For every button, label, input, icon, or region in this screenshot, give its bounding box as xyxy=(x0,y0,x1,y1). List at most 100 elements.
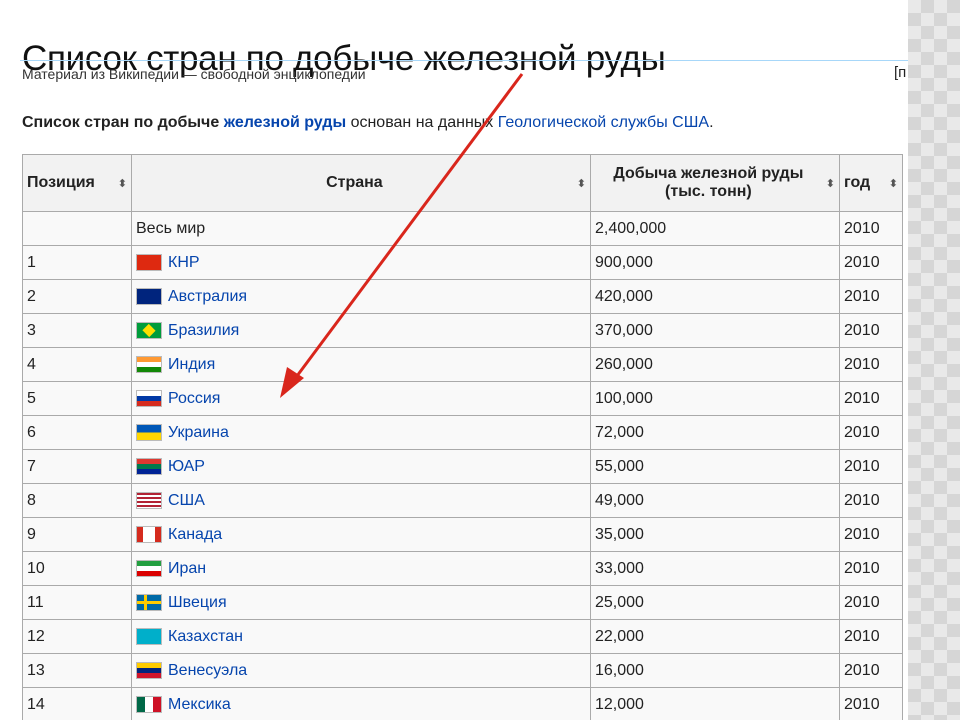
edit-link[interactable]: [п xyxy=(894,64,906,81)
col-position-header[interactable]: Позиция ⬍ xyxy=(22,154,132,212)
col-production-header[interactable]: Добыча железной руды (тыс. тонн) ⬍ xyxy=(590,154,840,212)
cell-position: 5 xyxy=(22,381,132,416)
cell-country: Украина xyxy=(131,415,591,450)
cell-position: 9 xyxy=(22,517,132,552)
country-link[interactable]: Украина xyxy=(168,424,229,441)
country-link[interactable]: Канада xyxy=(168,526,222,543)
cell-country: Индия xyxy=(131,347,591,382)
cell-position: 8 xyxy=(22,483,132,518)
flag-ca-icon[interactable] xyxy=(136,525,162,543)
title-divider xyxy=(20,60,908,61)
col-year-header[interactable]: год ⬍ xyxy=(839,154,903,212)
cell-country: Бразилия xyxy=(131,313,591,348)
cell-country: Швеция xyxy=(131,585,591,620)
cell-position: 14 xyxy=(22,687,132,720)
country-link[interactable]: Швеция xyxy=(168,594,227,611)
table-row: 2 Австралия 420,000 2010 xyxy=(22,279,903,314)
country-link[interactable]: Казахстан xyxy=(168,628,243,645)
cell-country: КНР xyxy=(131,245,591,280)
sort-arrows-icon[interactable]: ⬍ xyxy=(577,177,586,190)
cell-position xyxy=(22,211,132,246)
table-row: 3 Бразилия 370,000 2010 xyxy=(22,313,903,348)
flag-za-icon[interactable] xyxy=(136,457,162,475)
cell-position: 1 xyxy=(22,245,132,280)
col-country-header[interactable]: Страна ⬍ xyxy=(131,154,591,212)
table-row: 6 Украина 72,000 2010 xyxy=(22,415,903,450)
cell-country: ЮАР xyxy=(131,449,591,484)
sort-arrows-icon[interactable]: ⬍ xyxy=(889,177,898,190)
country-link[interactable]: ЮАР xyxy=(168,458,205,475)
iron-ore-link[interactable]: железной руды xyxy=(224,114,346,131)
cell-production: 900,000 xyxy=(590,245,840,280)
country-label: Весь мир xyxy=(136,219,206,237)
cell-year: 2010 xyxy=(839,245,903,280)
cell-position: 12 xyxy=(22,619,132,654)
cell-year: 2010 xyxy=(839,517,903,552)
cell-production: 2,400,000 xyxy=(590,211,840,246)
cell-production: 260,000 xyxy=(590,347,840,382)
cell-production: 72,000 xyxy=(590,415,840,450)
country-link[interactable]: Иран xyxy=(168,560,206,577)
cell-position: 13 xyxy=(22,653,132,688)
country-link[interactable]: США xyxy=(168,492,205,509)
flag-ir-icon[interactable] xyxy=(136,559,162,577)
col-production-line2: (тыс. тонн) xyxy=(665,183,752,200)
cell-country: США xyxy=(131,483,591,518)
sort-arrows-icon[interactable]: ⬍ xyxy=(118,177,127,190)
col-production-label: Добыча железной руды (тыс. тонн) xyxy=(595,165,822,201)
flag-au-icon[interactable] xyxy=(136,287,162,305)
cell-year: 2010 xyxy=(839,279,903,314)
usgs-link[interactable]: Геологической службы США xyxy=(498,114,709,131)
flag-us-icon[interactable] xyxy=(136,491,162,509)
slide-border-pattern xyxy=(908,0,960,720)
table-row: 7 ЮАР 55,000 2010 xyxy=(22,449,903,484)
flag-ru-icon[interactable] xyxy=(136,389,162,407)
sort-arrows-icon[interactable]: ⬍ xyxy=(826,177,835,190)
flag-ve-icon[interactable] xyxy=(136,661,162,679)
flag-cn-icon[interactable] xyxy=(136,253,162,271)
cell-year: 2010 xyxy=(839,551,903,586)
flag-br-icon[interactable] xyxy=(136,321,162,339)
intro-end: . xyxy=(709,114,714,131)
flag-mx-icon[interactable] xyxy=(136,695,162,713)
intro-bold-text: Список стран по добыче xyxy=(22,114,224,131)
cell-country: Казахстан xyxy=(131,619,591,654)
cell-position: 10 xyxy=(22,551,132,586)
table-body: Весь мир 2,400,000 2010 1 КНР 900,000 2010 2 Авс… xyxy=(22,211,903,720)
page-subtitle: Материал из Википедии — свободной энцикл… xyxy=(22,66,366,82)
cell-production: 35,000 xyxy=(590,517,840,552)
flag-kz-icon[interactable] xyxy=(136,627,162,645)
cell-year: 2010 xyxy=(839,347,903,382)
country-link[interactable]: Мексика xyxy=(168,696,231,713)
iron-ore-table: Позиция ⬍ Страна ⬍ Добыча железной руды (ты… xyxy=(22,154,903,720)
cell-position: 4 xyxy=(22,347,132,382)
table-row: 10 Иран 33,000 2010 xyxy=(22,551,903,586)
col-position-label: Позиция xyxy=(27,174,95,191)
country-link[interactable]: Венесуэла xyxy=(168,662,247,679)
flag-se-icon[interactable] xyxy=(136,593,162,611)
wiki-screenshot: Список стран по добыче железной руды Мат… xyxy=(10,0,908,720)
table-row: 9 Канада 35,000 2010 xyxy=(22,517,903,552)
cell-year: 2010 xyxy=(839,653,903,688)
cell-position: 2 xyxy=(22,279,132,314)
cell-position: 11 xyxy=(22,585,132,620)
country-link[interactable]: КНР xyxy=(168,254,200,271)
intro-paragraph: Список стран по добыче железной руды осн… xyxy=(22,114,714,132)
cell-country: Венесуэла xyxy=(131,653,591,688)
intro-middle: основан на данных xyxy=(346,114,498,131)
table-row: 11 Швеция 25,000 2010 xyxy=(22,585,903,620)
cell-country: Иран xyxy=(131,551,591,586)
country-link[interactable]: Россия xyxy=(168,390,220,407)
country-link[interactable]: Индия xyxy=(168,356,215,373)
cell-year: 2010 xyxy=(839,687,903,720)
country-link[interactable]: Австралия xyxy=(168,288,247,305)
flag-ua-icon[interactable] xyxy=(136,423,162,441)
cell-year: 2010 xyxy=(839,585,903,620)
col-production-line1: Добыча железной руды xyxy=(613,165,804,182)
country-link[interactable]: Бразилия xyxy=(168,322,239,339)
col-country-label: Страна xyxy=(326,174,383,191)
flag-in-icon[interactable] xyxy=(136,355,162,373)
cell-production: 33,000 xyxy=(590,551,840,586)
cell-country: Канада xyxy=(131,517,591,552)
cell-country: Мексика xyxy=(131,687,591,720)
